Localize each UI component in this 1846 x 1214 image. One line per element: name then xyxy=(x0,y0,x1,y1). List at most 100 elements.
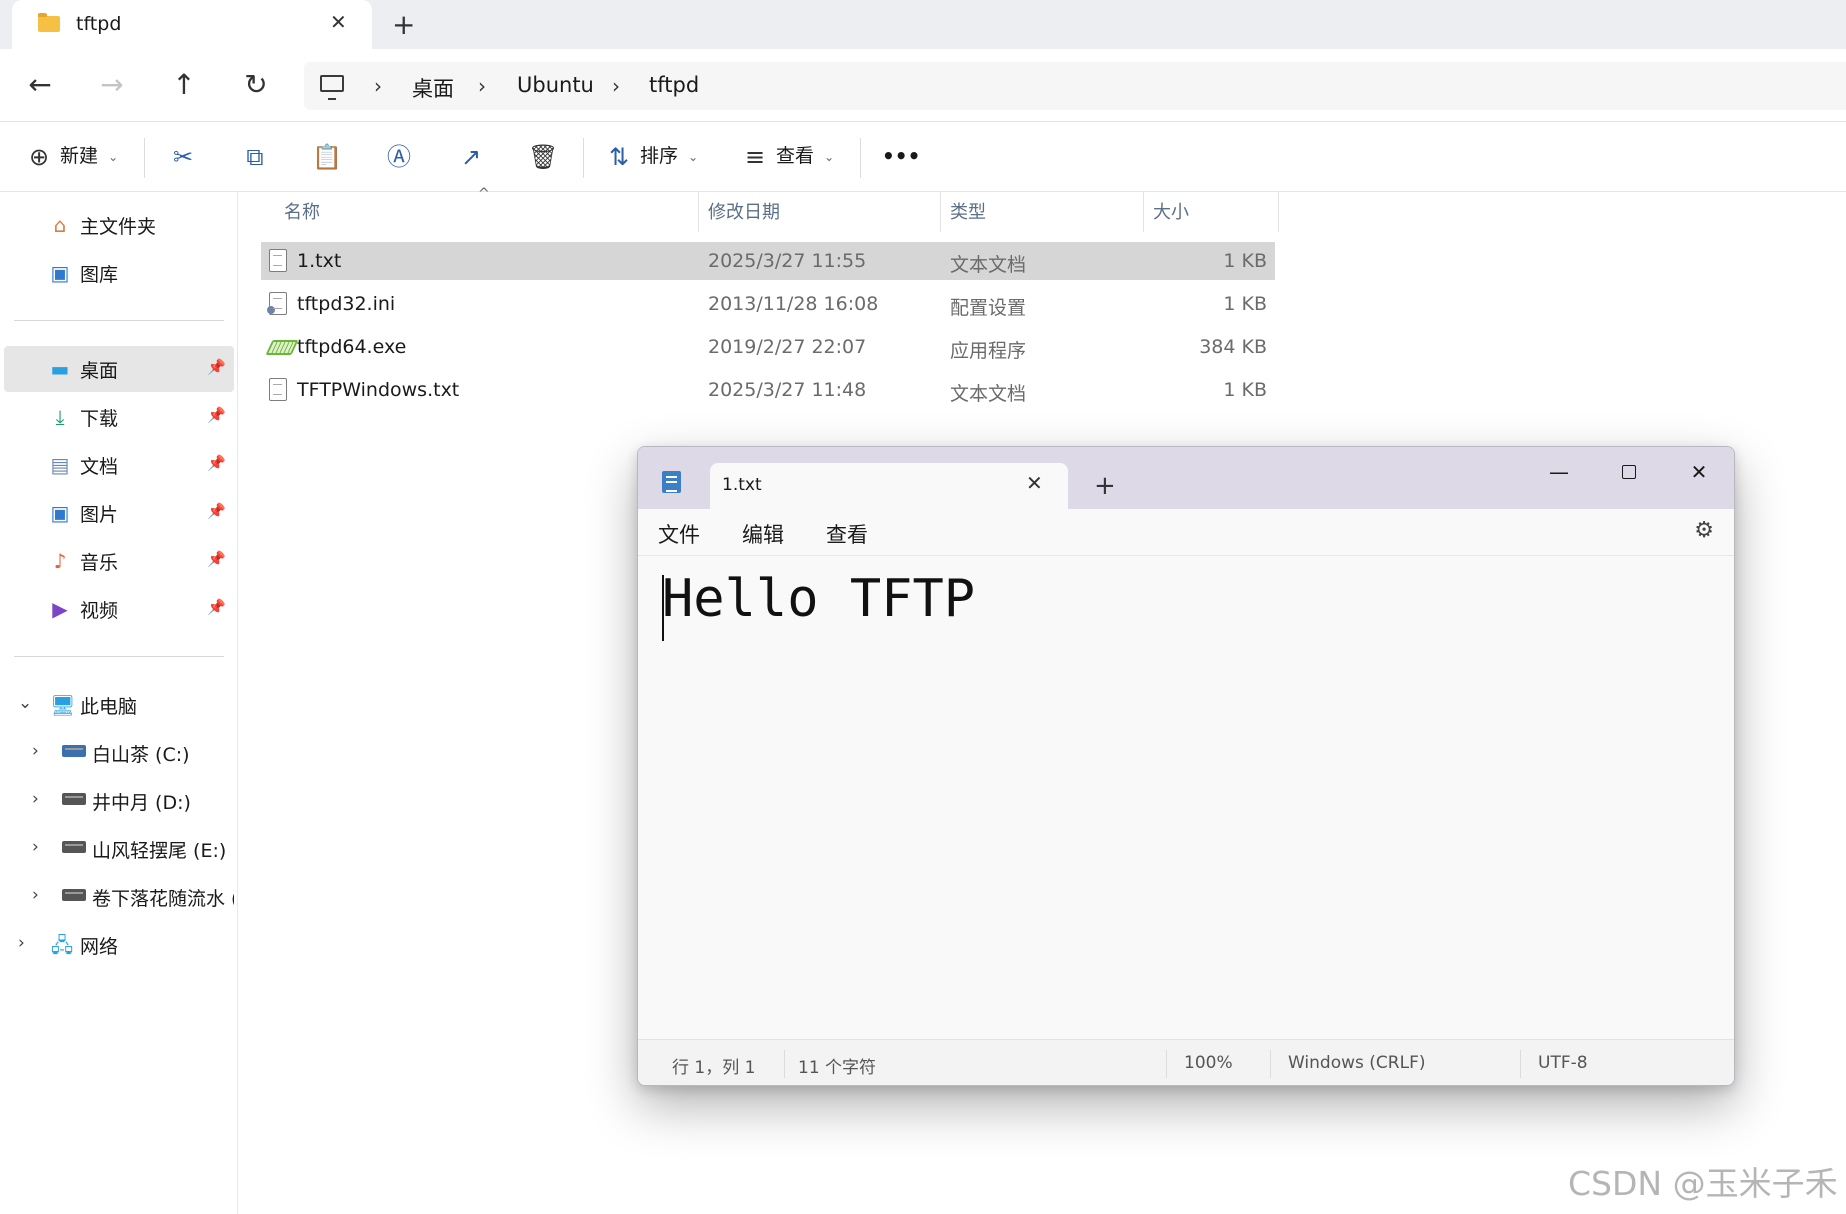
sidebar-item-label: 此电脑 xyxy=(80,696,138,718)
sidebar-item-network[interactable]: › 🖧 网络 xyxy=(0,922,234,968)
delete-button[interactable]: 🗑 xyxy=(528,134,558,178)
sidebar-item-home[interactable]: ⌂ 主文件夹 xyxy=(0,202,234,248)
column-header-size[interactable]: 大小 xyxy=(1153,198,1189,230)
address-bar[interactable]: › 桌面 › Ubuntu › tftpd xyxy=(304,62,1846,110)
gallery-icon: ▣ xyxy=(50,261,70,285)
pin-icon[interactable]: 📌 xyxy=(207,406,226,424)
notepad-title-bar[interactable]: 1.txt ✕ + — ✕ xyxy=(638,447,1734,509)
list-view-icon: ≡ xyxy=(744,142,766,171)
close-window-button[interactable]: ✕ xyxy=(1676,455,1722,489)
computer-icon[interactable] xyxy=(320,75,344,100)
chevron-right-icon[interactable]: › xyxy=(32,885,39,905)
new-button[interactable]: ⊕ 新建 ⌄ xyxy=(24,134,118,178)
column-divider[interactable] xyxy=(1143,192,1144,232)
new-tab-button[interactable]: + xyxy=(1094,471,1116,501)
file-size: 1 KB xyxy=(1223,293,1267,315)
column-divider[interactable] xyxy=(698,192,699,232)
chevron-right-icon[interactable]: › xyxy=(18,933,25,953)
file-row[interactable]: tftpd32.ini 2013/11/28 16:08 配置设置 1 KB xyxy=(261,285,1275,323)
chevron-right-icon[interactable]: › xyxy=(32,837,39,857)
sidebar-item-videos[interactable]: ▶ 视频 📌 xyxy=(0,586,234,632)
sort-button[interactable]: ⇅ 排序 ⌄ xyxy=(604,134,698,178)
forward-button[interactable]: → xyxy=(90,63,134,107)
file-type: 文本文档 xyxy=(950,383,1027,405)
sort-arrows-icon: ⇅ xyxy=(608,142,630,171)
sidebar-item-music[interactable]: ♪ 音乐 📌 xyxy=(0,538,234,584)
pin-icon[interactable]: 📌 xyxy=(207,598,226,616)
notepad-tab[interactable]: 1.txt ✕ xyxy=(710,463,1068,509)
file-name: tftpd32.ini xyxy=(297,293,396,315)
sidebar-item-documents[interactable]: ▤ 文档 📌 xyxy=(0,442,234,488)
breadcrumb-item-tftpd[interactable]: tftpd xyxy=(649,73,699,97)
chevron-right-icon[interactable]: › xyxy=(32,789,39,809)
column-header-name[interactable]: 名称 xyxy=(284,198,320,230)
file-row[interactable]: tftpd64.exe 2019/2/27 22:07 应用程序 384 KB xyxy=(261,328,1275,366)
notepad-window[interactable]: 1.txt ✕ + — ✕ 文件 编辑 查看 ⚙ Hello TFTP 行 1，… xyxy=(637,446,1735,1086)
sidebar-item-drive-f[interactable]: › 卷下落花随流水 (F xyxy=(0,874,234,920)
view-button[interactable]: ≡ 查看 ⌄ xyxy=(740,134,834,178)
file-row[interactable]: 1.txt 2025/3/27 11:55 文本文档 1 KB xyxy=(261,242,1275,280)
file-row[interactable]: TFTPWindows.txt 2025/3/27 11:48 文本文档 1 K… xyxy=(261,371,1275,409)
up-button[interactable]: ↑ xyxy=(162,63,206,107)
sidebar-item-label: 卷下落花随流水 (F xyxy=(92,888,234,910)
breadcrumb-chevron-icon[interactable]: › xyxy=(612,74,620,98)
desktop-icon: ▬ xyxy=(50,357,70,381)
sidebar-divider xyxy=(14,656,224,657)
sort-ascending-icon: ^ xyxy=(478,186,490,202)
menu-file[interactable]: 文件 xyxy=(658,519,700,549)
explorer-tab-bar: tftpd ✕ + xyxy=(0,0,1846,49)
sidebar-item-label: 桌面 xyxy=(80,360,119,382)
breadcrumb-chevron-icon[interactable]: › xyxy=(478,74,486,98)
sidebar-item-desktop[interactable]: ▬ 桌面 📌 xyxy=(4,346,234,392)
close-tab-icon[interactable]: ✕ xyxy=(330,10,347,34)
column-header-modified[interactable]: 修改日期 xyxy=(708,198,780,230)
sidebar-item-drive-c[interactable]: › 白山茶 (C:) xyxy=(0,730,234,776)
chevron-down-icon[interactable]: ⌄ xyxy=(18,693,32,713)
notepad-text-area[interactable]: Hello TFTP xyxy=(662,569,975,629)
close-tab-icon[interactable]: ✕ xyxy=(1026,471,1043,495)
column-divider[interactable] xyxy=(1278,192,1279,232)
breadcrumb-item-desktop[interactable]: 桌面 xyxy=(412,73,454,103)
sidebar-item-label: 网络 xyxy=(80,936,119,958)
refresh-button[interactable]: ↻ xyxy=(234,63,278,107)
toolbar-divider xyxy=(860,138,861,178)
sidebar-item-gallery[interactable]: ▣ 图库 xyxy=(0,250,234,296)
sidebar-item-pictures[interactable]: ▣ 图片 📌 xyxy=(0,490,234,536)
pin-icon[interactable]: 📌 xyxy=(207,550,226,568)
gear-icon[interactable]: ⚙ xyxy=(1694,518,1714,543)
sidebar-item-drive-e[interactable]: › 山风轻摆尾 (E:) xyxy=(0,826,234,872)
pin-icon[interactable]: 📌 xyxy=(207,502,226,520)
pin-icon[interactable]: 📌 xyxy=(207,454,226,472)
more-options-button[interactable]: ••• xyxy=(882,134,920,178)
rename-icon: Ⓐ xyxy=(387,142,411,171)
sidebar-item-downloads[interactable]: ⤓ 下载 📌 xyxy=(0,394,234,440)
sidebar-item-label: 主文件夹 xyxy=(80,216,157,238)
status-divider xyxy=(784,1050,785,1078)
sidebar-item-label: 文档 xyxy=(80,456,119,478)
menu-view[interactable]: 查看 xyxy=(826,519,868,549)
navigation-bar: ← → ↑ ↻ › 桌面 › Ubuntu › tftpd xyxy=(0,49,1846,122)
exe-file-icon xyxy=(269,335,287,358)
copy-button[interactable]: ⧉ xyxy=(240,134,270,178)
new-tab-button[interactable]: + xyxy=(392,8,415,41)
menu-edit[interactable]: 编辑 xyxy=(742,519,784,549)
cut-button[interactable]: ✂ xyxy=(168,134,198,178)
explorer-tab[interactable]: tftpd ✕ xyxy=(12,0,372,49)
sidebar-item-this-pc[interactable]: ⌄ 🖥 此电脑 xyxy=(0,682,234,728)
column-header-type[interactable]: 类型 xyxy=(950,198,986,230)
sidebar-item-drive-d[interactable]: › 井中月 (D:) xyxy=(0,778,234,824)
pin-icon[interactable]: 📌 xyxy=(207,358,226,376)
rename-button[interactable]: Ⓐ xyxy=(384,134,414,178)
paste-button[interactable]: 📋 xyxy=(312,134,342,178)
new-button-label: 新建 xyxy=(60,145,99,167)
chevron-right-icon[interactable]: › xyxy=(32,741,39,761)
back-button[interactable]: ← xyxy=(18,63,62,107)
share-button[interactable]: ↗ xyxy=(456,134,486,178)
sidebar-item-label: 图库 xyxy=(80,264,119,286)
breadcrumb-item-ubuntu[interactable]: Ubuntu xyxy=(517,73,594,97)
minimize-button[interactable]: — xyxy=(1536,455,1582,489)
file-modified: 2013/11/28 16:08 xyxy=(708,293,879,315)
breadcrumb-chevron-icon[interactable]: › xyxy=(374,74,382,98)
column-divider[interactable] xyxy=(940,192,941,232)
maximize-button[interactable] xyxy=(1606,455,1652,489)
